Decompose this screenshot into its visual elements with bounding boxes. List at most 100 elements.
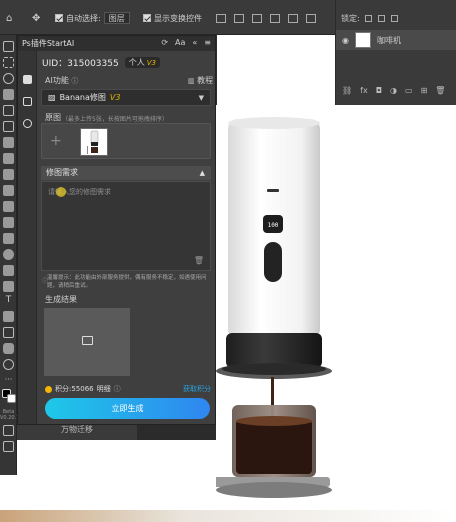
eyedropper-icon[interactable]: [3, 137, 14, 148]
original-image-hint: （最多上传5张，长按图片可拖拽排序）: [62, 116, 168, 123]
layer-thumbnail: [354, 32, 371, 48]
plugin-titlebar: Ps插件StartAI ⟳ Aa « ≡: [18, 36, 215, 51]
request-textarea[interactable]: 请输入您的修图需求 🗑: [41, 181, 211, 271]
generate-button[interactable]: 立即生成: [45, 398, 210, 419]
type-icon[interactable]: T: [3, 295, 14, 306]
frame-icon[interactable]: [3, 121, 14, 132]
request-label: 修图需求: [46, 168, 78, 177]
edit-icon[interactable]: [23, 75, 32, 84]
info-icon[interactable]: ⓘ: [71, 77, 78, 85]
visibility-eye-icon[interactable]: ◉: [342, 36, 349, 45]
layer-name[interactable]: 咖啡机: [377, 35, 401, 46]
auto-select-toggle[interactable]: 自动选择: 图层: [55, 12, 130, 24]
align-top-icon[interactable]: [270, 13, 280, 23]
credits-detail[interactable]: 明细: [97, 384, 111, 394]
align-middle-icon[interactable]: [288, 13, 298, 23]
move-icon[interactable]: [3, 41, 14, 52]
layer-row[interactable]: ◉ 咖啡机: [336, 30, 456, 50]
menu-icon[interactable]: ≡: [204, 38, 211, 47]
fx-icon[interactable]: fx: [360, 86, 368, 95]
marquee-icon[interactable]: [3, 57, 14, 68]
lock-pixels-icon[interactable]: [364, 14, 372, 22]
result-image-area[interactable]: [44, 308, 130, 376]
pen-icon[interactable]: [3, 281, 14, 292]
screen-mode-icon[interactable]: [3, 441, 14, 452]
adjustment-icon[interactable]: ◑: [390, 86, 397, 95]
show-transform-toggle[interactable]: 显示变换控件: [143, 12, 202, 24]
uid-row: UID：315003355 个人 V3: [42, 54, 212, 71]
font-size-icon[interactable]: Aa: [175, 38, 185, 47]
align-right-icon[interactable]: [252, 13, 262, 23]
layer-select-dropdown[interactable]: 图层: [103, 12, 130, 24]
background-color-swatch[interactable]: [7, 394, 16, 403]
move-tool-icon[interactable]: ✥: [32, 12, 40, 24]
credits-text: 积分:55066: [55, 385, 94, 393]
refresh-icon[interactable]: ⟳: [161, 38, 168, 47]
more-tools-icon[interactable]: ···: [3, 375, 14, 386]
version-label: V0.20.1: [0, 415, 20, 421]
eraser-icon[interactable]: [3, 217, 14, 228]
hidden-panel-label: 万物迁移: [61, 425, 93, 434]
svg-text:100: 100: [268, 222, 279, 229]
account-badge[interactable]: 个人 V3: [124, 57, 160, 68]
settings-gear-icon[interactable]: [23, 119, 32, 128]
collapse-icon[interactable]: «: [192, 38, 197, 47]
lock-all-icon[interactable]: [390, 14, 398, 22]
lasso-icon[interactable]: [3, 73, 14, 84]
path-select-icon[interactable]: [3, 311, 14, 322]
original-image-dropzone[interactable]: +: [41, 123, 211, 159]
gradient-icon[interactable]: [3, 233, 14, 244]
add-image-icon[interactable]: +: [50, 133, 62, 149]
plugin-sidebar: [18, 51, 37, 424]
credits-info-icon[interactable]: ⓘ: [114, 384, 121, 394]
link-icon[interactable]: ⛓: [342, 86, 352, 95]
show-transform-checkbox[interactable]: [143, 14, 151, 22]
chevron-up-icon: ▲: [199, 169, 205, 177]
book-icon: ▥: [188, 77, 195, 85]
tools-panel: T ··· Beta V0.20.1: [0, 35, 20, 475]
plugin-title: Ps插件StartAI: [22, 39, 75, 48]
chevron-down-icon: ▼: [198, 94, 204, 102]
ai-function-text: AI功能: [45, 76, 69, 85]
new-layer-icon[interactable]: ⊞: [421, 86, 428, 95]
history-brush-icon[interactable]: [3, 201, 14, 212]
mask-icon[interactable]: ◘: [376, 86, 382, 95]
stamp-icon[interactable]: [3, 185, 14, 196]
dodge-icon[interactable]: [3, 265, 14, 276]
credits-row: 积分:55066 明细 ⓘ 获取积分: [45, 383, 211, 395]
thumbnail-coffee-icon: [87, 130, 99, 154]
lock-label: 锁定:: [341, 13, 360, 23]
original-image-thumbnail[interactable]: [80, 128, 108, 156]
layers-icon[interactable]: [23, 97, 32, 106]
account-version-badge: V3: [146, 58, 156, 67]
auto-select-checkbox[interactable]: [55, 14, 63, 22]
trash-icon[interactable]: 🗑: [194, 256, 204, 265]
hand-icon[interactable]: [3, 343, 14, 354]
lock-position-icon[interactable]: [377, 14, 385, 22]
quick-select-icon[interactable]: [3, 89, 14, 100]
align-left-icon[interactable]: [216, 13, 226, 23]
get-credits-link[interactable]: 获取积分: [183, 384, 211, 394]
crop-icon[interactable]: [3, 105, 14, 116]
quick-mask-icon[interactable]: [3, 425, 14, 436]
rectangle-icon[interactable]: [3, 327, 14, 338]
align-bottom-icon[interactable]: [306, 13, 316, 23]
zoom-icon[interactable]: [3, 359, 14, 370]
blur-icon[interactable]: [3, 249, 14, 260]
request-section-header[interactable]: 修图需求 ▲: [41, 166, 211, 180]
folder-icon[interactable]: ▭: [405, 86, 413, 95]
original-image-label: 原图: [45, 113, 61, 122]
home-icon[interactable]: ⌂: [6, 12, 12, 24]
tutorial-link[interactable]: ▥ 教程: [188, 75, 213, 86]
align-center-icon[interactable]: [234, 13, 244, 23]
coin-icon: [45, 385, 52, 393]
healing-brush-icon[interactable]: [3, 153, 14, 164]
auto-select-label: 自动选择:: [66, 13, 101, 23]
model-select-dropdown[interactable]: ▨ Banana修图 V3 ▼: [41, 89, 211, 106]
ai-function-label: AI功能 ⓘ: [45, 75, 78, 86]
delete-icon[interactable]: 🗑: [435, 86, 445, 95]
document-canvas[interactable]: 100: [200, 105, 456, 510]
tutorial-text: 教程: [197, 76, 214, 85]
result-label: 生成结果: [45, 295, 77, 304]
brush-icon[interactable]: [3, 169, 14, 180]
